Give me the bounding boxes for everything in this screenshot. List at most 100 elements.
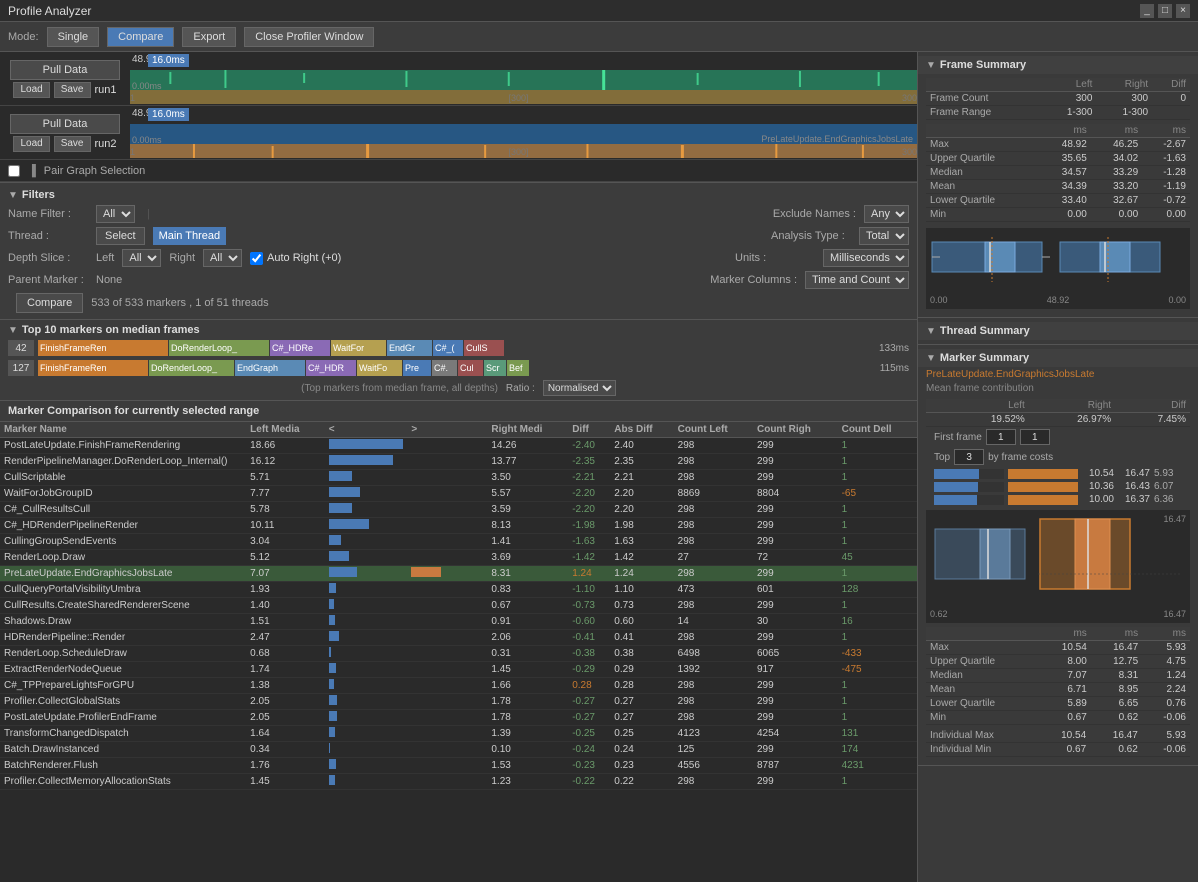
cost-val-right-1: 16.47 [1118,468,1150,479]
compare-mode-button[interactable]: Compare [107,27,174,47]
minimize-button[interactable]: _ [1140,4,1154,18]
cell-countdell: 1 [838,630,917,646]
single-mode-button[interactable]: Single [47,27,100,47]
cell-absdiff: 0.60 [610,614,673,630]
export-button[interactable]: Export [182,27,236,47]
marker-boxplot: 16.47 0.62 16 [926,510,1190,623]
cell-leftmedia: 2.05 [246,710,325,726]
name-filter-select[interactable]: All [96,205,135,223]
cost-val-left-1: 10.54 [1082,468,1114,479]
load-button-1[interactable]: Load [13,82,49,98]
cell-absdiff: 0.41 [610,630,673,646]
marker-columns-select[interactable]: Time and Count [805,271,909,289]
units-select[interactable]: Milliseconds [823,249,909,267]
thread-select-button[interactable]: Select [96,227,145,245]
analysis-type-select[interactable]: Total [859,227,909,245]
cell-leftmedia: 10.11 [246,518,325,534]
depth-right-select[interactable]: All [203,249,242,267]
cell-absdiff: 0.22 [610,774,673,790]
save-button-2[interactable]: Save [54,136,91,152]
cell-absdiff: 2.20 [610,502,673,518]
cell-countright: 6065 [753,646,838,662]
table-row: ExtractRenderNodeQueue 1.74 1.45 -0.29 0… [0,662,917,678]
cell-name: RenderPipelineManager.DoRenderLoop_Inter… [0,454,246,470]
ratio-select[interactable]: Normalised [543,380,616,396]
cell-absdiff: 0.24 [610,742,673,758]
exclude-names-label: Exclude Names : [773,208,856,220]
cell-countdell: 1 [838,534,917,550]
marker-summary-content: Left Right Diff 19.52% 26.97% 7.45% [918,395,1198,761]
table-row: TransformChangedDispatch 1.64 1.39 -0.25… [0,726,917,742]
frame-summary-header[interactable]: ▼ Frame Summary [918,56,1198,74]
top10-info: (Top markers from median frame, all dept… [0,378,917,398]
cell-less [325,438,408,454]
cell-name: CullQueryPortalVisibilityUmbra [0,582,246,598]
auto-right-label[interactable]: Auto Right (+0) [250,252,341,265]
cell-diff: -0.38 [568,646,610,662]
maximize-button[interactable]: □ [1158,4,1172,18]
fs-row-framecount: Frame Count 300 300 0 [926,92,1190,106]
fs-diff-framerange [1152,106,1190,120]
top10-header[interactable]: ▼ Top 10 markers on median frames [0,322,917,338]
pct-left: 19.52% [942,413,1028,427]
cell-leftmedia: 7.77 [246,486,325,502]
cell-countleft: 4123 [674,726,753,742]
cell-greater [407,662,487,678]
fs-col-empty [926,78,1041,92]
col-marker-name: Marker Name [0,422,246,438]
filter-thread-row: Thread : Select Main Thread Analysis Typ… [0,225,917,247]
close-button[interactable]: × [1176,4,1190,18]
cell-less [325,582,408,598]
cost-val-left-2: 10.36 [1082,481,1114,492]
left-panel: Pull Data Load Save run1 48.9ms ▼ 16.0ms [0,52,918,882]
thread-summary-header[interactable]: ▼ Thread Summary [918,322,1198,340]
first-frame-left-input[interactable] [986,429,1016,445]
top-n-row: Top by frame costs [926,447,1190,467]
cell-diff: -0.25 [568,726,610,742]
cell-diff: -0.27 [568,694,610,710]
pair-graph-checkbox[interactable] [8,165,20,177]
cost-bar-left-1 [934,469,1004,479]
cell-less [325,502,408,518]
graph-content-2[interactable]: 48.9ms ▼ 16.0ms [130,106,917,159]
cell-countdell: -65 [838,486,917,502]
cell-diff: -0.22 [568,774,610,790]
cell-leftmedia: 1.93 [246,582,325,598]
top10-triangle: ▼ [8,325,18,336]
pull-data-button-2[interactable]: Pull Data [10,114,120,134]
cell-leftmedia: 7.07 [246,566,325,582]
close-profiler-button[interactable]: Close Profiler Window [244,27,374,47]
parent-marker-value: None [96,274,122,286]
exclude-names-select[interactable]: Any [864,205,909,223]
cell-less [325,470,408,486]
cell-less [325,678,408,694]
depth-left-select[interactable]: All [122,249,161,267]
cell-rightmedi: 1.66 [487,678,568,694]
mode-label: Mode: [8,31,39,43]
marker-table-body: PostLateUpdate.FinishFrameRendering 18.6… [0,438,917,790]
save-button-1[interactable]: Save [54,82,91,98]
ms-bottom-1: 0.00ms [132,81,162,91]
cell-absdiff: 2.21 [610,470,673,486]
cell-leftmedia: 5.71 [246,470,325,486]
frame-summary-content: Left Right Diff Frame Count 300 300 0 [918,74,1198,313]
ms-row-lq: Lower Quartile 5.89 6.65 0.76 [926,697,1190,711]
toolbar: Mode: Single Compare Export Close Profil… [0,22,1198,52]
graph-content-1[interactable]: 48.9ms ▼ 16.0ms [130,52,917,105]
marker-summary-header[interactable]: ▼ Marker Summary [918,349,1198,367]
fst-row-mean: Mean 34.39 33.20 -1.19 [926,180,1190,194]
load-button-2[interactable]: Load [13,136,49,152]
cell-absdiff: 0.29 [610,662,673,678]
col-count-left: Count Left [674,422,753,438]
cost-val-left-3: 10.00 [1082,494,1114,505]
compare-button[interactable]: Compare [16,293,83,313]
first-frame-row: First frame [926,427,1190,447]
cost-bar-fill-left-3 [934,495,977,505]
top10-bar-endgraph-2: EndGraph [235,360,305,376]
pull-data-button-1[interactable]: Pull Data [10,60,120,80]
filters-header[interactable]: ▼ Filters [0,187,917,203]
first-frame-right-input[interactable] [1020,429,1050,445]
top-n-input[interactable] [954,449,984,465]
top10-num-1: 42 [8,340,34,356]
auto-right-checkbox[interactable] [250,252,263,265]
